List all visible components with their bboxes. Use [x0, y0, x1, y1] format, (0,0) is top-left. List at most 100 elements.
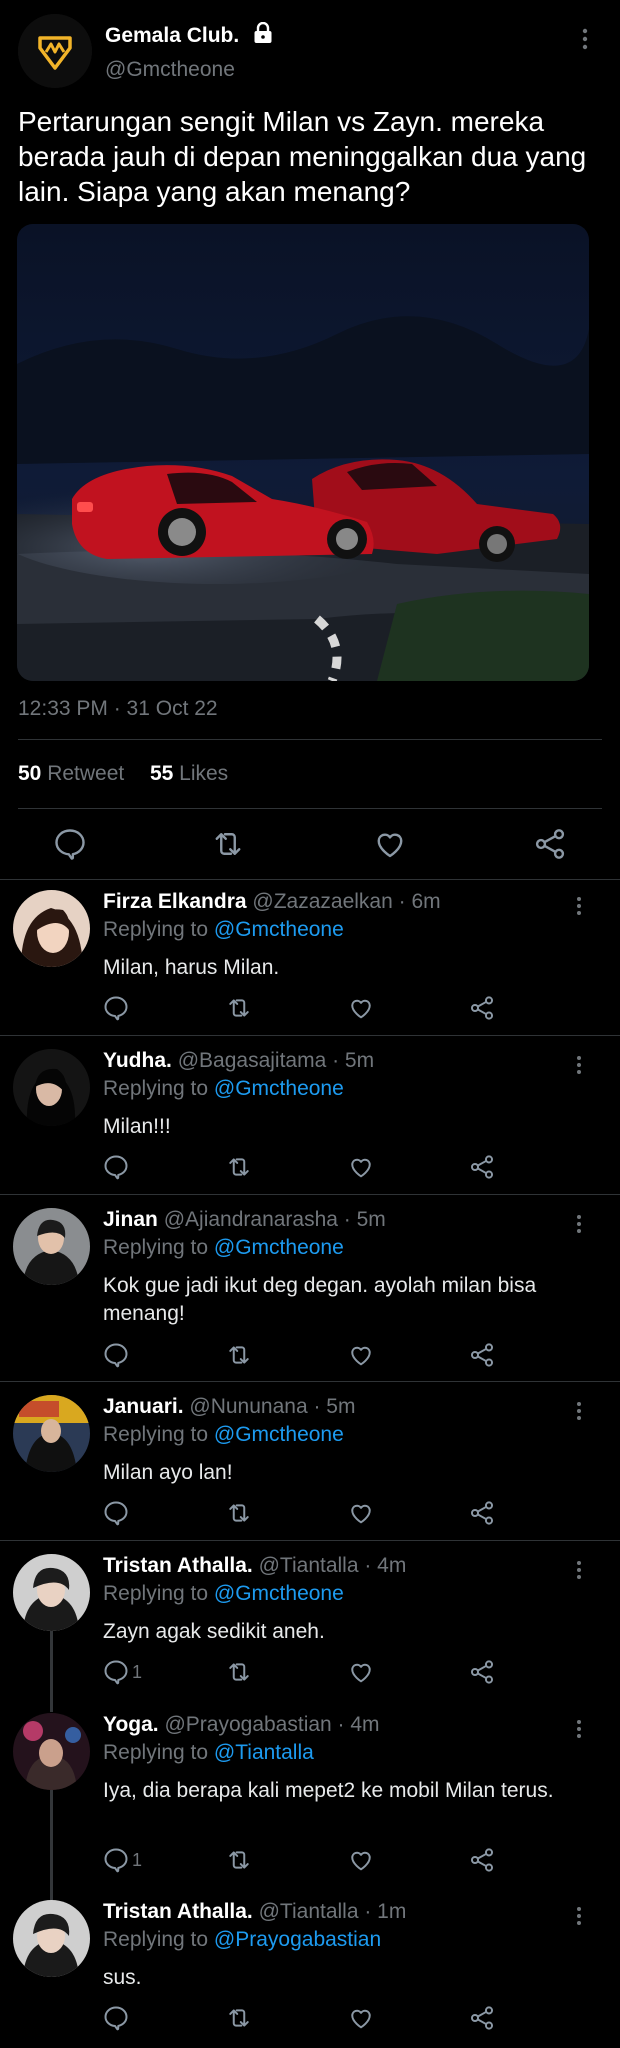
reply-icon[interactable]: [102, 1499, 130, 1527]
likes-count[interactable]: 55: [150, 762, 173, 785]
avatar[interactable]: [13, 1395, 90, 1472]
tweet-timestamp[interactable]: 12:33 PM · 31 Oct 22: [18, 697, 218, 721]
more-vertical-icon[interactable]: [572, 1558, 586, 1584]
more-vertical-icon[interactable]: [572, 894, 586, 920]
share-icon[interactable]: [468, 1341, 496, 1369]
reply-icon[interactable]: [102, 994, 130, 1022]
retweet-count[interactable]: 50: [18, 762, 41, 785]
more-vertical-icon[interactable]: [572, 1717, 586, 1743]
share-icon[interactable]: [468, 2004, 496, 2032]
replying-to-mention[interactable]: @Prayogabastian: [214, 1928, 381, 1951]
reply-handle-time[interactable]: @Prayogabastian · 4m: [164, 1713, 379, 1736]
replying-to-label: Replying to: [103, 1582, 209, 1605]
avatar[interactable]: [13, 890, 90, 967]
reply-item[interactable]: Firza Elkandra @Zazazaelkan · 6m Replyin…: [0, 880, 620, 1036]
share-icon[interactable]: [468, 1846, 496, 1874]
reply-icon[interactable]: [102, 1153, 130, 1181]
replying-to-mention[interactable]: @Gmctheone: [214, 1077, 344, 1100]
retweet-label[interactable]: Retweet: [47, 762, 124, 785]
avatar[interactable]: [13, 1713, 90, 1790]
tweet-media-image[interactable]: [17, 224, 589, 681]
reply-handle-time[interactable]: @Bagasajitama · 5m: [178, 1049, 374, 1072]
heart-icon[interactable]: [347, 1341, 375, 1369]
likes-label[interactable]: Likes: [179, 762, 228, 785]
share-icon[interactable]: [532, 826, 568, 862]
heart-icon[interactable]: [347, 994, 375, 1022]
avatar[interactable]: [13, 1900, 90, 1977]
heart-icon[interactable]: [347, 1499, 375, 1527]
share-icon[interactable]: [468, 1153, 496, 1181]
retweet-icon[interactable]: [225, 1499, 253, 1527]
more-vertical-icon[interactable]: [572, 1212, 586, 1238]
reply-icon[interactable]: [102, 1846, 130, 1874]
author-name[interactable]: Gemala Club.: [105, 24, 239, 47]
drift-cars-photo: [17, 224, 589, 681]
heart-icon[interactable]: [347, 1658, 375, 1686]
author-handle[interactable]: @Gmctheone: [105, 58, 235, 82]
reply-author-name[interactable]: Januari.: [103, 1395, 184, 1418]
more-vertical-icon[interactable]: [572, 1053, 586, 1079]
retweet-icon[interactable]: [225, 1341, 253, 1369]
reply-header: Tristan Athalla. @Tiantalla · 4m: [103, 1554, 406, 1578]
reply-icon[interactable]: [102, 2004, 130, 2032]
replying-to-mention[interactable]: @Tiantalla: [214, 1741, 314, 1764]
replying-to: Replying to @Prayogabastian: [103, 1928, 381, 1952]
heart-icon[interactable]: [347, 2004, 375, 2032]
more-vertical-icon[interactable]: [572, 1904, 586, 1930]
retweet-icon[interactable]: [210, 826, 246, 862]
heart-icon[interactable]: [347, 1846, 375, 1874]
author-avatar[interactable]: [18, 14, 92, 88]
reply-handle-time[interactable]: @Nununana · 5m: [189, 1395, 355, 1418]
reply-item[interactable]: Yoga. @Prayogabastian · 4m Replying to @…: [0, 1703, 620, 1887]
reply-handle-time[interactable]: @Ajiandranarasha · 5m: [164, 1208, 386, 1231]
more-vertical-icon[interactable]: [572, 1399, 586, 1425]
reply-item[interactable]: Januari. @Nununana · 5m Replying to @Gmc…: [0, 1385, 620, 1541]
avatar[interactable]: [13, 1208, 90, 1285]
reply-item[interactable]: Yudha. @Bagasajitama · 5m Replying to @G…: [0, 1039, 620, 1195]
replying-to-label: Replying to: [103, 918, 209, 941]
replying-to-label: Replying to: [103, 1236, 209, 1259]
reply-text: Iya, dia berapa kali mepet2 ke mobil Mil…: [103, 1779, 554, 1802]
heart-icon[interactable]: [372, 826, 408, 862]
replying-to-label: Replying to: [103, 1077, 209, 1100]
gemala-logo: [18, 14, 92, 88]
reply-item[interactable]: Jinan @Ajiandranarasha · 5m Replying to …: [0, 1198, 620, 1382]
tweet-text: Pertarungan sengit Milan vs Zayn. mereka…: [18, 106, 587, 207]
retweet-icon[interactable]: [225, 1658, 253, 1686]
replying-to-mention[interactable]: @Gmctheone: [214, 1236, 344, 1259]
heart-icon[interactable]: [347, 1153, 375, 1181]
reply-icon[interactable]: [52, 826, 88, 862]
reply-handle-time[interactable]: @Zazazaelkan · 6m: [252, 890, 440, 913]
avatar[interactable]: [13, 1049, 90, 1126]
replying-to: Replying to @Gmctheone: [103, 918, 344, 942]
share-icon[interactable]: [468, 1658, 496, 1686]
replying-to-mention[interactable]: @Gmctheone: [214, 918, 344, 941]
reply-icon[interactable]: [102, 1341, 130, 1369]
retweet-icon[interactable]: [225, 1846, 253, 1874]
replying-to-label: Replying to: [103, 1741, 209, 1764]
avatar[interactable]: [13, 1554, 90, 1631]
replying-to-mention[interactable]: @Gmctheone: [214, 1423, 344, 1446]
retweet-icon[interactable]: [225, 994, 253, 1022]
reply-item[interactable]: Tristan Athalla. @Tiantalla · 4m Replyin…: [0, 1544, 620, 1700]
reply-author-name[interactable]: Tristan Athalla.: [103, 1554, 253, 1577]
reply-author-name[interactable]: Yoga.: [103, 1713, 159, 1736]
reply-icon[interactable]: [102, 1658, 130, 1686]
reply-item[interactable]: Tristan Athalla. @Tiantalla · 1m Replyin…: [0, 1890, 620, 2048]
reply-author-name[interactable]: Jinan: [103, 1208, 158, 1231]
reply-author-name[interactable]: Yudha.: [103, 1049, 172, 1072]
retweet-icon[interactable]: [225, 1153, 253, 1181]
more-vertical-icon[interactable]: [578, 24, 592, 54]
reply-handle-time[interactable]: @Tiantalla · 4m: [259, 1554, 407, 1577]
reply-actions: [0, 994, 620, 1024]
share-icon[interactable]: [468, 994, 496, 1022]
replying-to-mention[interactable]: @Gmctheone: [214, 1582, 344, 1605]
share-icon[interactable]: [468, 1499, 496, 1527]
reply-actions: [0, 1499, 620, 1529]
reply-handle-time[interactable]: @Tiantalla · 1m: [259, 1900, 407, 1923]
reply-text: Milan!!!: [103, 1115, 171, 1138]
tweet-actions: [0, 826, 620, 866]
retweet-icon[interactable]: [225, 2004, 253, 2032]
reply-author-name[interactable]: Firza Elkandra: [103, 890, 247, 913]
reply-author-name[interactable]: Tristan Athalla.: [103, 1900, 253, 1923]
